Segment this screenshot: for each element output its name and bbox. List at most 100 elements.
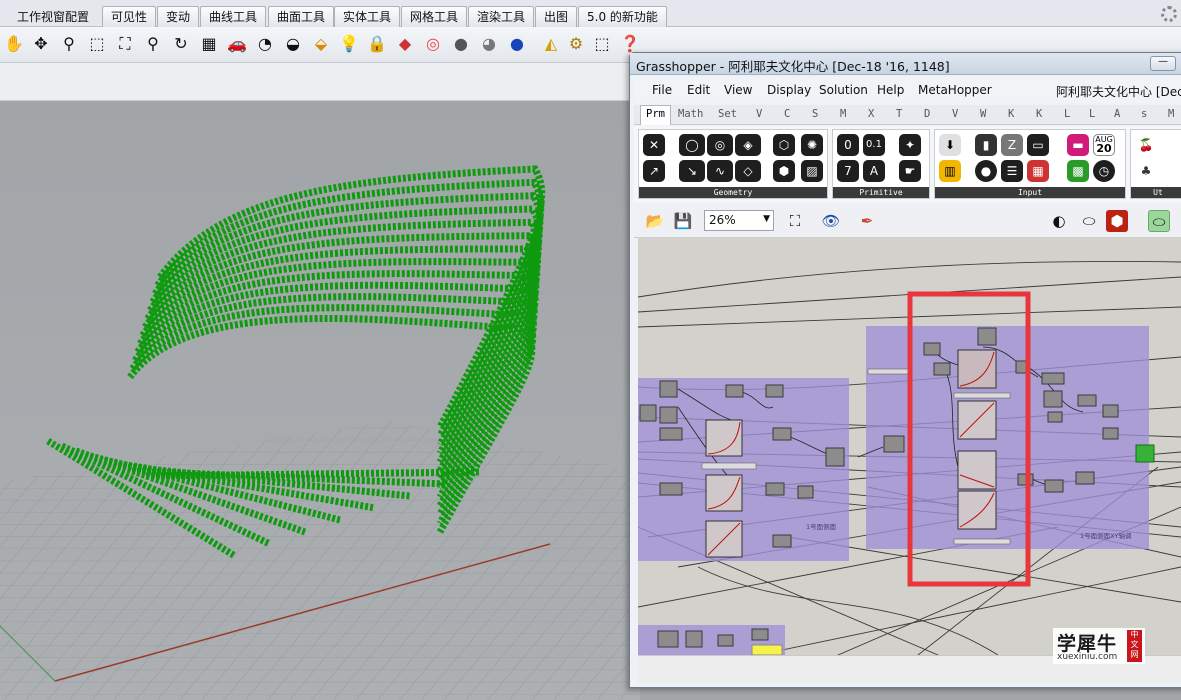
tab-curve-tools[interactable]: 曲线工具 [200, 6, 267, 27]
zoom-extents-icon[interactable]: ⛶ [784, 210, 806, 232]
box-param-icon[interactable]: ⬢ [773, 160, 795, 182]
vector-param-icon[interactable]: ↗ [643, 160, 665, 182]
plane-param-icon[interactable]: ◇ [735, 160, 761, 182]
tab-mesh-tools[interactable]: 网格工具 [401, 6, 468, 27]
gh-component[interactable] [765, 482, 785, 496]
rhino-perspective-viewport[interactable] [0, 101, 640, 700]
clock-icon[interactable]: ◷ [1093, 160, 1115, 182]
menu-metahopper[interactable]: MetaHopper [918, 83, 992, 97]
arc-param-icon[interactable]: ∿ [707, 160, 733, 182]
zoom-selected-icon[interactable]: ⚲ [141, 32, 165, 56]
rendered-sphere-icon[interactable]: ◕ [477, 32, 501, 56]
gh-title-bar[interactable]: Grasshopper - 阿利耶夫文化中心 [Dec-18 '16, 1148… [630, 53, 1181, 75]
tab-solid-tools[interactable]: 实体工具 [334, 6, 401, 27]
tab-sets[interactable]: Set [718, 108, 737, 120]
tab-visibility[interactable]: 可见性 [102, 6, 157, 27]
gh-component[interactable] [717, 634, 734, 647]
menu-view[interactable]: View [724, 83, 752, 97]
shaded-sphere-icon[interactable]: ● [449, 32, 473, 56]
tab-s[interactable]: s [1141, 108, 1147, 120]
matrix-icon[interactable]: ▩ [1067, 160, 1089, 182]
gh-component[interactable] [883, 435, 905, 453]
gh-canvas[interactable]: 1号面侧面 1号面侧面XY轴调 [638, 237, 1181, 655]
tab-surface[interactable]: S [812, 108, 818, 120]
param-bar[interactable] [701, 462, 757, 470]
menu-help[interactable]: Help [877, 83, 904, 97]
gh-component[interactable] [1047, 411, 1063, 423]
tab-params[interactable]: Prm [640, 105, 671, 125]
four-viewports-icon[interactable]: ▦ [197, 32, 221, 56]
tab-surface-tools[interactable]: 曲面工具 [268, 6, 335, 27]
panel-icon[interactable]: ⬇ [939, 134, 961, 156]
sketch-pen-icon[interactable]: ✒ [856, 210, 878, 232]
curve-param-icon[interactable]: ◎ [707, 134, 733, 156]
gh-component[interactable] [933, 362, 951, 376]
button-icon[interactable]: Z [1001, 134, 1023, 156]
blue-sphere-icon[interactable]: ● [505, 32, 529, 56]
tab-transform[interactable]: T [896, 108, 902, 120]
lock-icon[interactable]: 🔒 [365, 32, 389, 56]
text-param-icon[interactable]: A [863, 160, 885, 182]
tab-l1[interactable]: L [1064, 108, 1070, 120]
gh-component[interactable] [923, 342, 941, 356]
toggle-icon[interactable]: ▮ [975, 134, 997, 156]
param-bar[interactable] [867, 368, 909, 375]
shaded-preview-icon[interactable]: ◐ [1048, 210, 1070, 232]
param-bar[interactable] [953, 538, 1011, 545]
tab-math[interactable]: Math [678, 108, 703, 120]
gh-component[interactable] [797, 485, 814, 499]
gh-component[interactable] [1041, 372, 1065, 385]
gh-component[interactable] [1043, 390, 1063, 408]
menu-display[interactable]: Display [767, 83, 811, 97]
tab-v2[interactable]: V [952, 108, 958, 120]
material-icon[interactable]: ◆ [393, 32, 417, 56]
surface-param-icon[interactable]: ◈ [735, 134, 761, 156]
tab-k2[interactable]: K [1036, 108, 1042, 120]
solver-icon[interactable]: ⬭ [1148, 210, 1170, 232]
gh-component[interactable] [1075, 471, 1095, 485]
tab-print[interactable]: 出图 [535, 6, 578, 27]
gh-component[interactable] [657, 630, 679, 648]
menu-file[interactable]: File [652, 83, 672, 97]
wireframe-preview-icon[interactable]: ⬭ [1078, 210, 1100, 232]
yellow-panel[interactable] [751, 644, 783, 655]
tab-curve[interactable]: C [784, 108, 790, 120]
gh-component[interactable] [685, 630, 703, 648]
gh-component[interactable] [1102, 404, 1119, 418]
menu-solution[interactable]: Solution [819, 83, 868, 97]
rotate-view-icon[interactable]: ↻ [169, 32, 193, 56]
gh-component[interactable] [659, 427, 683, 441]
selected-preview-icon[interactable]: ⬢ [1106, 210, 1128, 232]
gh-component[interactable] [659, 406, 678, 424]
circle-param-icon[interactable]: ◯ [679, 134, 705, 156]
tab-intersect[interactable]: X [868, 108, 874, 120]
tab-display[interactable]: D [924, 108, 930, 120]
selection-icon[interactable]: ⬚ [590, 32, 614, 56]
tab-viewport-layout[interactable]: 工作视窗配置 [8, 6, 98, 27]
value-list-icon[interactable]: ☰ [1001, 160, 1023, 182]
hide-objects-icon[interactable]: ◔ [253, 32, 277, 56]
save-file-icon[interactable]: 💾 [672, 210, 694, 232]
cherry-icon[interactable]: 🍒 [1135, 134, 1157, 156]
pan-hand-icon[interactable]: ✋ [2, 32, 26, 56]
settings-gear-icon[interactable] [1161, 6, 1177, 22]
calendar-icon[interactable]: AUG 20 [1093, 134, 1115, 156]
param-bar[interactable] [953, 392, 1011, 399]
tab-vector[interactable]: V [756, 108, 762, 120]
colour-param-icon[interactable]: ✦ [899, 134, 921, 156]
tab-m[interactable]: M [1168, 108, 1174, 120]
gh-component[interactable] [659, 380, 678, 398]
gh-component[interactable] [765, 384, 784, 398]
zoom-dynamic-icon[interactable]: ⚲ [57, 32, 81, 56]
gh-component[interactable] [825, 447, 845, 467]
gh-component[interactable] [751, 628, 769, 641]
zoom-window-icon[interactable]: ⬚ [85, 32, 109, 56]
path-param-icon[interactable]: ☛ [899, 160, 921, 182]
tab-k1[interactable]: K [1008, 108, 1014, 120]
tab-l2[interactable]: L [1089, 108, 1095, 120]
color-wheel-icon[interactable]: ◎ [421, 32, 445, 56]
tab-transform[interactable]: 变动 [157, 6, 200, 27]
tree-icon[interactable]: ♣ [1135, 160, 1157, 182]
integer-param-icon[interactable]: 7 [837, 160, 859, 182]
snap-point-icon[interactable]: ◭ [539, 32, 563, 56]
